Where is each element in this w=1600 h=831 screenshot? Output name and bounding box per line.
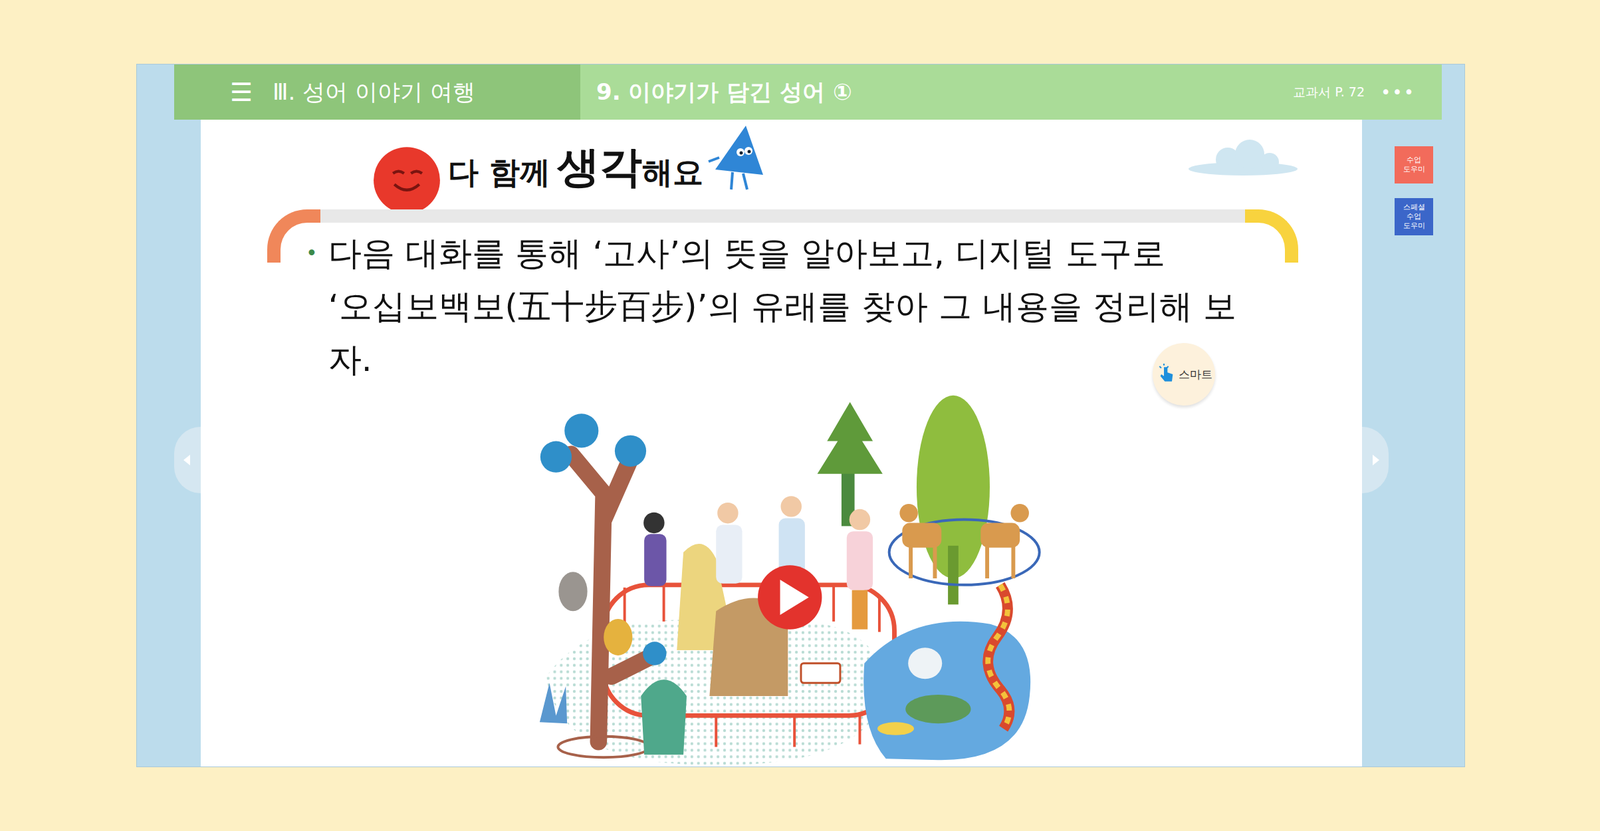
instruction-line: ‘오십보백보(五十步百步)’의 유래를 찾아 그 내용을 정리해 보자. — [328, 279, 1272, 387]
next-arrow-icon — [1368, 450, 1382, 470]
lesson-title: 9. 이야기가 담긴 성어 ① — [596, 77, 853, 108]
prev-button[interactable] — [174, 426, 201, 494]
zoo-illustration — [514, 388, 1049, 767]
more-button[interactable]: ••• — [1380, 82, 1416, 103]
textbook-page: 교과서 P. 72 — [1292, 83, 1365, 102]
red-face-icon — [372, 142, 442, 213]
helper-button[interactable]: 스페셜 수업 도우미 — [1394, 198, 1434, 236]
cloud-icon — [1186, 138, 1300, 176]
video-area — [514, 388, 1049, 767]
play-button[interactable] — [756, 564, 823, 631]
blue-triangle-icon — [705, 122, 766, 197]
prev-arrow-icon — [180, 450, 195, 470]
textbook-frame: ☰ Ⅲ. 성어 이야기 여행 9. 이야기가 담긴 성어 ① 교과서 P. 72… — [136, 64, 1465, 767]
unit-title: Ⅲ. 성어 이야기 여행 — [272, 77, 476, 108]
heading-emphasis: 생각 — [557, 138, 643, 197]
section-heading: 다 함께 생각 해요 — [200, 119, 1363, 198]
menu-button[interactable]: ☰ — [229, 77, 253, 108]
helper-button[interactable]: 수업 도우미 — [1394, 146, 1434, 184]
instruction-box: • 다음 대화를 통해 ‘고사’의 뜻을 알아보고, 디지털 도구로‘오십보백보… — [267, 209, 1299, 387]
lesson-bar: 9. 이야기가 담긴 성어 ① 교과서 P. 72 ••• — [580, 64, 1442, 120]
instruction-text: • 다음 대화를 통해 ‘고사’의 뜻을 알아보고, 디지털 도구로‘오십보백보… — [267, 222, 1299, 387]
header-bar: ☰ Ⅲ. 성어 이야기 여행 9. 이야기가 담긴 성어 ① 교과서 P. 72… — [174, 64, 1442, 120]
instruction-line: 다음 대화를 통해 ‘고사’의 뜻을 알아보고, 디지털 도구로 — [328, 226, 1272, 280]
unit-bar: ☰ Ⅲ. 성어 이야기 여행 — [174, 64, 581, 120]
heading-prefix: 다 함께 — [448, 152, 551, 194]
content-row: 다 함께 생각 해요 • 다음 대화를 통해 ‘고사’의 뜻을 알아보고, 디지… — [136, 119, 1465, 767]
bullet: • — [305, 226, 318, 387]
smart-badge[interactable]: 스마트 — [1152, 342, 1216, 406]
next-button[interactable] — [1362, 426, 1389, 494]
page: ☰ Ⅲ. 성어 이야기 여행 9. 이야기가 담긴 성어 ① 교과서 P. 72… — [0, 0, 1600, 831]
touch-icon — [1155, 363, 1178, 385]
content-panel: 다 함께 생각 해요 • 다음 대화를 통해 ‘고사’의 뜻을 알아보고, 디지… — [200, 119, 1363, 767]
heading-suffix: 해요 — [642, 152, 704, 194]
